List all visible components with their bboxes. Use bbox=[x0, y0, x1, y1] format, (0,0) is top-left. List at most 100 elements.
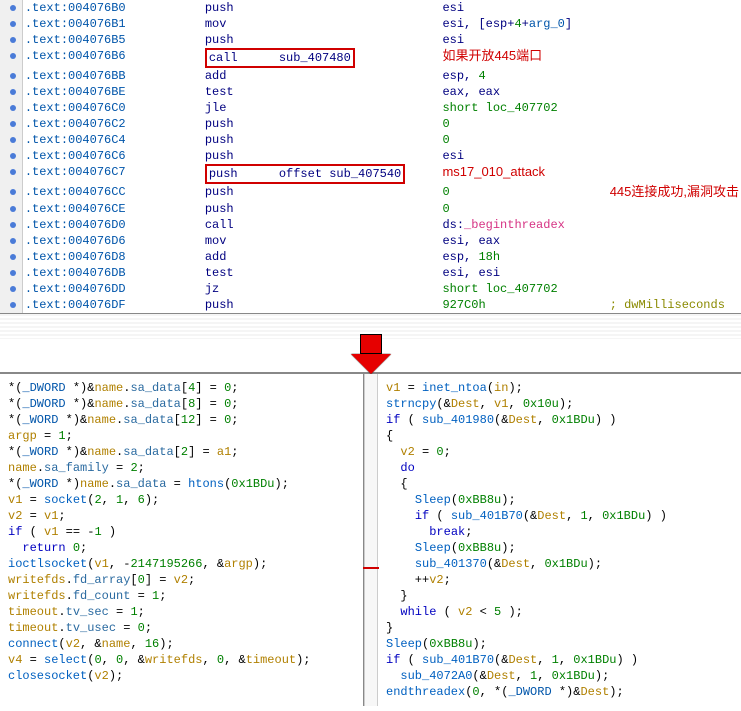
asm-address: .text:004076CC bbox=[22, 184, 141, 201]
code-line: *(_DWORD *)&name.sa_data[8] = 0; bbox=[8, 396, 359, 412]
gutter-cell bbox=[0, 0, 22, 16]
breakpoint-dot-icon[interactable] bbox=[10, 222, 16, 228]
gutter-cell bbox=[0, 48, 22, 68]
asm-row[interactable]: .text:004076B5pushesi bbox=[0, 32, 741, 48]
gutter-cell bbox=[0, 265, 22, 281]
asm-row[interactable]: .text:004076B0pushesi bbox=[0, 0, 741, 16]
asm-address: .text:004076C0 bbox=[22, 100, 141, 116]
asm-address: .text:004076BB bbox=[22, 68, 141, 84]
asm-row[interactable]: .text:004076DFpush927C0h; dwMilliseconds bbox=[0, 297, 741, 313]
breakpoint-dot-icon[interactable] bbox=[10, 153, 16, 159]
asm-operand: short loc_407702 bbox=[440, 100, 607, 116]
asm-row[interactable]: .text:004076C7 pushoffset sub_407540ms17_… bbox=[0, 164, 741, 184]
asm-row[interactable]: .text:004076C4push0 bbox=[0, 132, 741, 148]
code-line: return 0; bbox=[8, 540, 359, 556]
asm-annotation bbox=[608, 68, 741, 84]
breakpoint-dot-icon[interactable] bbox=[10, 89, 16, 95]
decompiled-left-pane[interactable]: *(_DWORD *)&name.sa_data[4] = 0;*(_DWORD… bbox=[0, 374, 364, 706]
breakpoint-dot-icon[interactable] bbox=[10, 121, 16, 127]
breakpoint-dot-icon[interactable] bbox=[10, 5, 16, 11]
code-line: name.sa_family = 2; bbox=[8, 460, 359, 476]
breakpoint-dot-icon[interactable] bbox=[10, 286, 16, 292]
asm-annotation: 如果开放445端口 bbox=[440, 48, 607, 68]
asm-row[interactable]: .text:004076B1movesi, [esp+4+arg_0] bbox=[0, 16, 741, 32]
asm-address: .text:004076C2 bbox=[22, 116, 141, 132]
breakpoint-dot-icon[interactable] bbox=[10, 254, 16, 260]
asm-annotation bbox=[608, 201, 741, 217]
breakpoint-dot-icon[interactable] bbox=[10, 169, 16, 175]
asm-annotation bbox=[608, 233, 741, 249]
asm-annotation bbox=[608, 16, 741, 32]
breakpoint-dot-icon[interactable] bbox=[10, 238, 16, 244]
decompiled-right-pane[interactable]: v1 = inet_ntoa(in);strncpy(&Dest, v1, 0x… bbox=[378, 374, 741, 706]
code-line: *(_WORD *)&name.sa_data[2] = a1; bbox=[8, 444, 359, 460]
asm-row[interactable]: .text:004076DDjzshort loc_407702 bbox=[0, 281, 741, 297]
asm-operand: 0 bbox=[440, 201, 607, 217]
asm-annotation bbox=[608, 132, 741, 148]
code-line: writefds.fd_array[0] = v2; bbox=[8, 572, 359, 588]
code-line: writefds.fd_count = 1; bbox=[8, 588, 359, 604]
asm-row[interactable]: .text:004076D8addesp, 18h bbox=[0, 249, 741, 265]
asm-mnemonic: push bbox=[203, 184, 441, 201]
gutter-cell bbox=[0, 100, 22, 116]
asm-row[interactable]: .text:004076CEpush0 bbox=[0, 201, 741, 217]
gutter-cell bbox=[0, 116, 22, 132]
gutter-cell bbox=[0, 201, 22, 217]
asm-row[interactable]: .text:004076C2push0 bbox=[0, 116, 741, 132]
asm-operand: esi, [esp+4+arg_0] bbox=[440, 16, 607, 32]
breakpoint-dot-icon[interactable] bbox=[10, 206, 16, 212]
breakpoint-dot-icon[interactable] bbox=[10, 302, 16, 308]
breakpoint-dot-icon[interactable] bbox=[10, 53, 16, 59]
asm-mnemonic: mov bbox=[203, 233, 441, 249]
code-line: { bbox=[386, 428, 737, 444]
asm-address: .text:004076C7 bbox=[22, 164, 141, 184]
code-line: } bbox=[386, 588, 737, 604]
asm-operand: ds:_beginthreadex bbox=[440, 217, 607, 233]
asm-annotation bbox=[608, 84, 741, 100]
breakpoint-dot-icon[interactable] bbox=[10, 189, 16, 195]
asm-annotation bbox=[608, 281, 741, 297]
asm-annotation: 445连接成功,漏洞攻击 bbox=[608, 184, 741, 201]
asm-row[interactable]: .text:004076DBtestesi, esi bbox=[0, 265, 741, 281]
asm-annotation bbox=[608, 32, 741, 48]
disassembly-listing[interactable]: .text:004076B0pushesi.text:004076B1moves… bbox=[0, 0, 741, 313]
code-line: if ( v1 == -1 ) bbox=[8, 524, 359, 540]
code-line: closesocket(v2); bbox=[8, 668, 359, 684]
gutter-cell bbox=[0, 281, 22, 297]
pane-divider[interactable] bbox=[364, 374, 378, 706]
asm-mnemonic: test bbox=[203, 84, 441, 100]
breakpoint-dot-icon[interactable] bbox=[10, 137, 16, 143]
asm-address: .text:004076D8 bbox=[22, 249, 141, 265]
asm-mnemonic: call bbox=[203, 217, 441, 233]
asm-row[interactable]: .text:004076C6pushesi bbox=[0, 148, 741, 164]
code-line: *(_DWORD *)&name.sa_data[4] = 0; bbox=[8, 380, 359, 396]
code-line: if ( sub_401B70(&Dest, 1, 0x1BDu) ) bbox=[386, 652, 737, 668]
asm-row[interactable]: .text:004076BBaddesp, 4 bbox=[0, 68, 741, 84]
breakpoint-dot-icon[interactable] bbox=[10, 21, 16, 27]
code-line: connect(v2, &name, 16); bbox=[8, 636, 359, 652]
asm-operand: 0 bbox=[440, 116, 607, 132]
code-line: timeout.tv_usec = 0; bbox=[8, 620, 359, 636]
asm-row[interactable]: .text:004076BEtesteax, eax bbox=[0, 84, 741, 100]
gutter-cell bbox=[0, 132, 22, 148]
asm-row[interactable]: .text:004076CCpush0445连接成功,漏洞攻击 bbox=[0, 184, 741, 201]
gutter-cell bbox=[0, 32, 22, 48]
breakpoint-dot-icon[interactable] bbox=[10, 37, 16, 43]
code-line: timeout.tv_sec = 1; bbox=[8, 604, 359, 620]
asm-mnemonic: push bbox=[203, 132, 441, 148]
asm-row[interactable]: .text:004076D0callds:_beginthreadex bbox=[0, 217, 741, 233]
breakpoint-dot-icon[interactable] bbox=[10, 270, 16, 276]
asm-highlighted: pushoffset sub_407540 bbox=[203, 164, 441, 184]
breakpoint-dot-icon[interactable] bbox=[10, 105, 16, 111]
breakpoint-dot-icon[interactable] bbox=[10, 73, 16, 79]
disassembly-panel: .text:004076B0pushesi.text:004076B1moves… bbox=[0, 0, 741, 313]
asm-annotation: ms17_010_attack bbox=[440, 164, 607, 184]
asm-row[interactable]: .text:004076D6movesi, eax bbox=[0, 233, 741, 249]
code-line: if ( sub_401980(&Dest, 0x1BDu) ) bbox=[386, 412, 737, 428]
asm-row[interactable]: .text:004076C0jleshort loc_407702 bbox=[0, 100, 741, 116]
asm-address: .text:004076B5 bbox=[22, 32, 141, 48]
gutter-cell bbox=[0, 297, 22, 313]
code-line: v4 = select(0, 0, &writefds, 0, &timeout… bbox=[8, 652, 359, 668]
asm-row[interactable]: .text:004076B6callsub_407480如果开放445端口 bbox=[0, 48, 741, 68]
asm-address: .text:004076DD bbox=[22, 281, 141, 297]
